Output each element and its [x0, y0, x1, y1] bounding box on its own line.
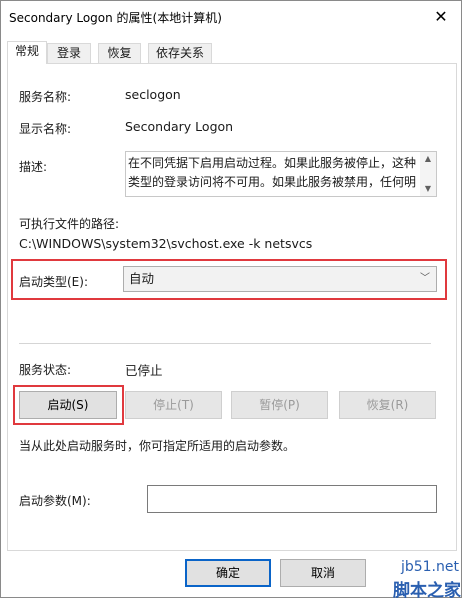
- tab-recovery[interactable]: 恢复: [98, 43, 141, 63]
- tab-dependencies[interactable]: 依存关系: [148, 43, 212, 63]
- description-line-1: 在不同凭据下启用启动过程。如果此服务被停止，这种: [128, 156, 417, 170]
- window-title: Secondary Logon 的属性(本地计算机): [9, 11, 222, 25]
- scroll-down-icon[interactable]: ▼: [420, 182, 436, 196]
- scroll-up-icon[interactable]: ▲: [420, 152, 436, 166]
- hint-text: 当从此处启动服务时，你可指定所适用的启动参数。: [19, 439, 296, 453]
- description-line-2: 类型的登录访问将不可用。如果此服务被禁用，任何明: [128, 175, 417, 189]
- title-bar[interactable]: Secondary Logon 的属性(本地计算机) ✕: [1, 1, 461, 33]
- general-panel: [7, 63, 457, 551]
- cancel-button[interactable]: 取消: [280, 559, 366, 587]
- tab-logon[interactable]: 登录: [47, 43, 91, 63]
- start-params-label: 启动参数(M):: [19, 494, 91, 508]
- watermark-domain: jb51.net: [400, 559, 459, 575]
- description-label: 描述:: [19, 160, 48, 174]
- display-name-label: 显示名称:: [19, 122, 72, 136]
- service-status-value: 已停止: [125, 363, 163, 378]
- display-name-value: Secondary Logon: [125, 119, 234, 134]
- close-icon: ✕: [434, 6, 448, 26]
- exe-path-value: C:\WINDOWS\system32\svchost.exe -k netsv…: [19, 236, 313, 251]
- exe-path-label: 可执行文件的路径:: [19, 217, 120, 231]
- chevron-down-icon: ﹀: [420, 273, 430, 284]
- service-status-label: 服务状态:: [19, 363, 72, 377]
- site-watermark: jb51.net 脚本之家: [361, 559, 462, 598]
- start-params-input[interactable]: [147, 485, 437, 513]
- ok-button[interactable]: 确定: [185, 559, 271, 587]
- service-name-value: seclogon: [125, 87, 181, 102]
- startup-type-label: 启动类型(E):: [19, 275, 88, 289]
- watermark-name: 脚本之家: [393, 581, 461, 598]
- separator: [19, 343, 431, 344]
- pause-button[interactable]: 暂停(P): [231, 391, 328, 419]
- description-scrollbar[interactable]: ▲ ▼: [420, 152, 436, 196]
- close-button[interactable]: ✕: [421, 1, 461, 31]
- tab-general[interactable]: 常规: [7, 41, 47, 64]
- start-button[interactable]: 启动(S): [19, 391, 117, 419]
- startup-type-select[interactable]: 自动 ﹀: [123, 266, 437, 292]
- resume-button[interactable]: 恢复(R): [339, 391, 436, 419]
- description-textbox[interactable]: 在不同凭据下启用启动过程。如果此服务被停止，这种 类型的登录访问将不可用。如果此…: [125, 151, 437, 197]
- properties-dialog: Secondary Logon 的属性(本地计算机) ✕ 常规 登录 恢复 依存…: [0, 0, 462, 598]
- stop-button[interactable]: 停止(T): [125, 391, 222, 419]
- service-name-label: 服务名称:: [19, 90, 72, 104]
- startup-type-value: 自动: [129, 271, 155, 286]
